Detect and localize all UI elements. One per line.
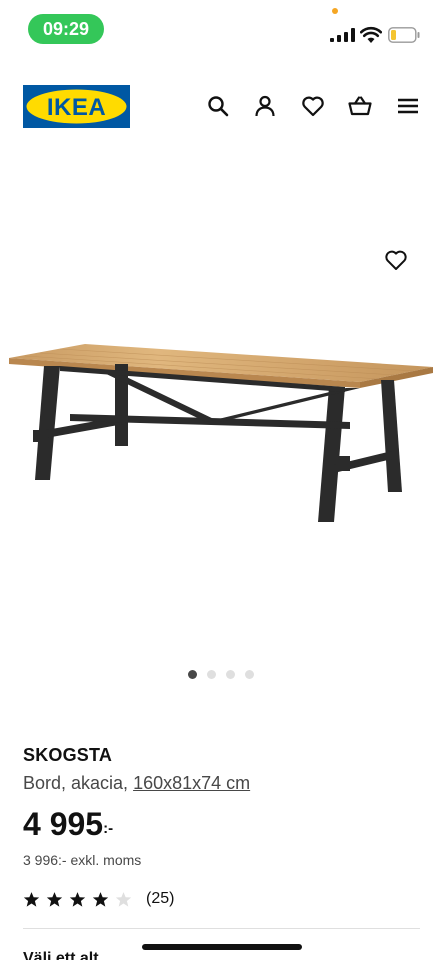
star-filled-icon bbox=[69, 891, 86, 907]
product-name: SKOGSTA bbox=[23, 745, 113, 765]
carousel-dot[interactable] bbox=[207, 670, 216, 679]
product-dimensions-link[interactable]: 160x81x74 cm bbox=[133, 773, 250, 793]
star-filled-icon bbox=[46, 891, 63, 907]
star-empty-icon bbox=[115, 891, 132, 907]
price-excluding-vat: 3 996:- exkl. moms bbox=[23, 852, 142, 868]
section-divider bbox=[23, 928, 420, 929]
svg-text:IKEA: IKEA bbox=[47, 94, 106, 121]
user-icon[interactable] bbox=[253, 94, 277, 118]
add-to-favourites-icon[interactable] bbox=[384, 248, 408, 272]
carousel-dot[interactable] bbox=[245, 670, 254, 679]
carousel-dot[interactable] bbox=[226, 670, 235, 679]
ikea-logo[interactable]: IKEA bbox=[23, 85, 130, 128]
product-image[interactable] bbox=[0, 230, 443, 530]
cellular-signal-icon bbox=[330, 28, 355, 42]
privacy-indicator-dot bbox=[332, 8, 338, 14]
star-filled-icon bbox=[92, 891, 109, 907]
product-price: 4 995:- bbox=[23, 806, 113, 843]
product-description: Bord, akacia, 160x81x74 cm bbox=[23, 773, 250, 794]
product-type: Bord, akacia, bbox=[23, 773, 134, 793]
battery-icon bbox=[388, 27, 420, 43]
status-time: 09:29 bbox=[28, 14, 104, 44]
search-icon[interactable] bbox=[206, 94, 230, 118]
review-count[interactable]: (25) bbox=[146, 890, 174, 908]
image-carousel-indicator bbox=[188, 670, 254, 679]
wifi-icon bbox=[360, 26, 382, 43]
price-amount: 4 995 bbox=[23, 806, 104, 842]
carousel-dot[interactable] bbox=[188, 670, 197, 679]
product-rating[interactable]: (25) bbox=[23, 890, 174, 908]
menu-icon[interactable] bbox=[396, 94, 420, 118]
status-bar: 09:29 bbox=[0, 0, 443, 60]
site-header: IKEA bbox=[0, 80, 443, 134]
star-filled-icon bbox=[23, 891, 40, 907]
heart-icon[interactable] bbox=[301, 94, 325, 118]
home-indicator[interactable] bbox=[142, 944, 302, 950]
next-section-heading: Välj ett alt... bbox=[23, 950, 112, 960]
basket-icon[interactable] bbox=[348, 94, 372, 118]
price-suffix: :- bbox=[103, 820, 114, 837]
